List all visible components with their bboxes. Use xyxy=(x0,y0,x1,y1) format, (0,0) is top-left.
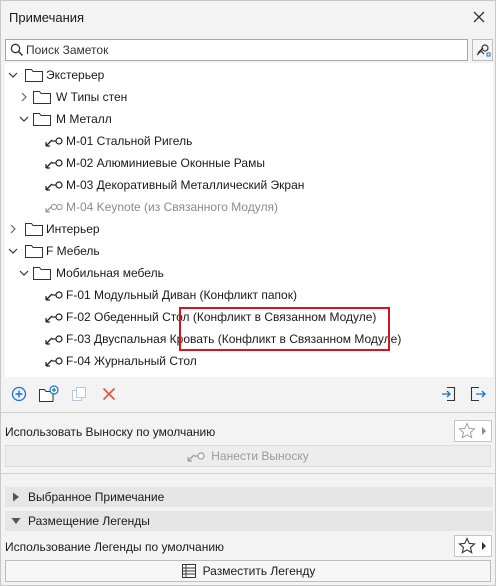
apply-callout-button[interactable]: Нанести Выноску xyxy=(5,445,491,467)
keynote-callout-icon xyxy=(45,291,63,301)
place-legend-label: Разместить Легенду xyxy=(202,564,316,578)
import-icon xyxy=(442,386,456,402)
tree-item-label: M-03 Декоративный Металлический Экран xyxy=(66,178,305,192)
tree-item-keynote[interactable]: F-04 Журнальный Стол xyxy=(5,350,493,372)
chevron-down-icon[interactable] xyxy=(7,245,19,257)
folder-icon xyxy=(25,245,43,258)
search-icon xyxy=(10,43,24,57)
delete-button[interactable] xyxy=(98,383,120,405)
export-icon xyxy=(470,386,486,402)
tree-item-label: F Мебель xyxy=(46,244,100,258)
keynote-callout-icon xyxy=(45,313,63,323)
export-button[interactable] xyxy=(467,383,489,405)
keynote-callout-icon xyxy=(45,181,63,191)
linked-keynote-icon xyxy=(45,203,63,213)
add-folder-button[interactable] xyxy=(38,383,60,405)
keynote-callout-icon xyxy=(45,335,63,345)
default-callout-label: Использовать Выноску по умолчанию xyxy=(5,425,216,439)
default-legend-label: Использование Легенды по умолчанию xyxy=(5,540,225,554)
tree-item-wall-types[interactable]: W Типы стен xyxy=(5,86,493,108)
tree-item-keynote[interactable]: F-02 Обеденный Стол (Конфликт в Связанно… xyxy=(5,306,493,328)
chevron-right-icon[interactable] xyxy=(18,91,30,103)
tree-item-label: F-03 Двуспальная Кровать (Конфликт в Свя… xyxy=(66,332,402,346)
tree-toolbar xyxy=(5,379,493,409)
keynote-callout-icon xyxy=(45,137,63,147)
tree-item-label: F-01 Модульный Диван (Конфликт папок) xyxy=(66,288,297,302)
tree-item-keynote-linked[interactable]: M-04 Keynote (из Связанного Модуля) xyxy=(5,196,493,218)
search-input[interactable] xyxy=(26,42,461,58)
close-icon xyxy=(473,11,485,23)
search-box xyxy=(5,39,468,61)
tree-item-label: M-04 Keynote (из Связанного Модуля) xyxy=(66,200,278,214)
chevron-down-icon[interactable] xyxy=(18,113,30,125)
star-icon xyxy=(458,537,476,554)
apply-callout-label: Нанести Выноску xyxy=(211,449,309,463)
keynote-tree: Экстерьер W Типы стен M Металл M-01 Стал… xyxy=(5,63,493,377)
folder-icon xyxy=(33,267,51,280)
duplicate-button[interactable] xyxy=(68,383,90,405)
add-circle-icon xyxy=(11,386,27,402)
keynote-callout-icon xyxy=(187,452,205,462)
search-settings-icon xyxy=(476,44,490,57)
chevron-right-icon[interactable] xyxy=(7,223,19,235)
triangle-down-icon xyxy=(11,518,21,524)
tree-item-label: M Металл xyxy=(56,112,112,126)
tree-item-label: Мобильная мебель xyxy=(56,266,164,280)
tree-item-label: Экстерьер xyxy=(46,68,105,82)
section-title: Выбранное Примечание xyxy=(28,490,165,504)
tree-item-label: M-01 Стальной Ригель xyxy=(66,134,193,148)
import-button[interactable] xyxy=(438,383,460,405)
section-selected-keynote[interactable]: Выбранное Примечание xyxy=(5,487,493,507)
tree-item-label: M-02 Алюминиевые Оконные Рамы xyxy=(66,156,265,170)
section-title: Размещение Легенды xyxy=(28,514,150,528)
search-settings-button[interactable] xyxy=(472,39,493,61)
search-row xyxy=(5,39,493,61)
title-bar: Примечания xyxy=(1,1,495,35)
panel-title: Примечания xyxy=(9,10,85,25)
star-icon xyxy=(458,422,476,439)
folder-icon xyxy=(33,91,51,104)
folder-icon xyxy=(33,113,51,126)
duplicate-icon xyxy=(72,387,86,401)
tree-item-metal[interactable]: M Металл xyxy=(5,108,493,130)
divider xyxy=(1,412,495,413)
close-button[interactable] xyxy=(469,7,489,27)
tree-item-keynote[interactable]: M-03 Декоративный Металлический Экран xyxy=(5,174,493,196)
divider xyxy=(1,473,495,474)
tree-item-furniture[interactable]: F Мебель xyxy=(5,240,493,262)
tree-item-label: W Типы стен xyxy=(56,90,128,104)
tree-item-keynote[interactable]: M-02 Алюминиевые Оконные Рамы xyxy=(5,152,493,174)
tree-item-keynote[interactable]: M-01 Стальной Ригель xyxy=(5,130,493,152)
delete-x-icon xyxy=(102,387,116,401)
place-legend-button[interactable]: Разместить Легенду xyxy=(5,560,491,582)
tree-item-mobile-furniture[interactable]: Мобильная мебель xyxy=(5,262,493,284)
add-keynote-button[interactable] xyxy=(8,383,30,405)
favorites-callout-button[interactable] xyxy=(454,420,492,442)
folder-icon xyxy=(25,223,43,236)
tree-item-exterior[interactable]: Экстерьер xyxy=(5,64,493,86)
tree-item-label: F-02 Обеденный Стол (Конфликт в Связанно… xyxy=(66,310,377,324)
tree-item-label: F-04 Журнальный Стол xyxy=(66,354,197,368)
triangle-right-icon xyxy=(13,492,19,502)
add-folder-icon xyxy=(39,385,59,402)
tree-item-keynote[interactable]: F-03 Двуспальная Кровать (Конфликт в Свя… xyxy=(5,328,493,350)
tree-item-interior[interactable]: Интерьер xyxy=(5,218,493,240)
favorites-legend-button[interactable] xyxy=(454,535,492,557)
keynote-callout-icon xyxy=(45,159,63,169)
keynote-callout-icon xyxy=(45,357,63,367)
tree-item-label: Интерьер xyxy=(46,222,100,236)
folder-icon xyxy=(25,69,43,82)
chevron-right-icon xyxy=(482,542,486,550)
section-legend-placement[interactable]: Размещение Легенды xyxy=(5,511,493,531)
chevron-right-icon xyxy=(482,427,486,435)
chevron-down-icon[interactable] xyxy=(18,267,30,279)
legend-table-icon xyxy=(181,564,196,578)
keynotes-panel: Примечания Экстерьер xyxy=(0,0,496,586)
chevron-down-icon[interactable] xyxy=(7,69,19,81)
tree-item-keynote[interactable]: F-01 Модульный Диван (Конфликт папок) xyxy=(5,284,493,306)
